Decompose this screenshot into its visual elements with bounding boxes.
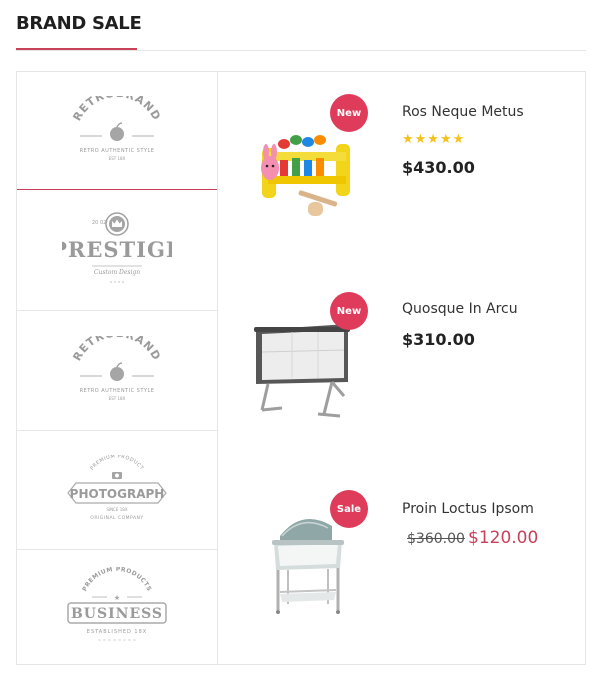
svg-text:PREMIUM PRODUCTS: PREMIUM PRODUCTS [81, 567, 153, 593]
brand-item-retrobrand-2[interactable]: RETROBRAND RETRO AUTHENTIC STYLE EST 18X [17, 311, 217, 431]
retrobrand-logo: RETROBRAND RETRO AUTHENTIC STYLE EST 18X [70, 96, 163, 161]
photograph-logo: PREMIUM PRODUCT PHOTOGRAPH SINCE 18X ORI… [67, 455, 167, 521]
product-name[interactable]: Proin Loctus Ipsom [402, 501, 534, 517]
svg-text:20 02: 20 02 [92, 220, 106, 226]
svg-text:RETROBRAND: RETROBRAND [70, 336, 163, 363]
new-badge: New [330, 94, 368, 132]
product-name[interactable]: Quosque In Arcu [402, 301, 518, 317]
rating-stars: ★★★★★ [402, 131, 466, 146]
product-list: New Ros Neque Metus ★★★★★ $430.00 New Qu… [218, 72, 585, 664]
brand-item-retrobrand[interactable]: RETROBRAND RETRO AUTHENTIC STYLE EST 18X [17, 72, 217, 190]
brand-item-photograph[interactable]: PREMIUM PRODUCT PHOTOGRAPH SINCE 18X ORI… [17, 431, 217, 550]
brand-item-business[interactable]: PREMIUM PRODUCTS ★ BUSINESS ESTABLISHED … [17, 550, 217, 664]
brand-item-prestige[interactable]: 20 02 PRESTIGE Custom Design [17, 190, 217, 311]
svg-text:PREMIUM PRODUCT: PREMIUM PRODUCT [89, 455, 145, 472]
product-price: $430.00 [402, 158, 475, 177]
svg-text:Custom Design: Custom Design [94, 269, 140, 276]
brand-logo-list: RETROBRAND RETRO AUTHENTIC STYLE EST 18X… [17, 72, 218, 664]
product-card: New Quosque In Arcu $310.00 [218, 270, 585, 460]
retrobrand-logo: RETROBRAND RETRO AUTHENTIC STYLE EST 18X [70, 336, 163, 401]
product-old-price: $360.00 [407, 531, 465, 547]
brand-sale-panel: RETROBRAND RETRO AUTHENTIC STYLE EST 18X… [16, 71, 586, 665]
product-image-pounding-bench[interactable] [248, 118, 358, 228]
svg-text:RETRO AUTHENTIC STYLE: RETRO AUTHENTIC STYLE [80, 148, 155, 154]
section-header: BRAND SALE [16, 0, 586, 51]
section-title: BRAND SALE [16, 13, 142, 34]
svg-text:BUSINESS: BUSINESS [71, 606, 163, 622]
apple-icon [110, 121, 124, 141]
star-icon: ★ [114, 594, 120, 602]
svg-text:ORIGINAL COMPANY: ORIGINAL COMPANY [90, 515, 143, 521]
title-underline [16, 48, 137, 50]
svg-text:PRESTIGE: PRESTIGE [62, 237, 172, 262]
prestige-logo: 20 02 PRESTIGE Custom Design [62, 212, 172, 283]
camera-icon [112, 472, 122, 479]
apple-icon [110, 361, 124, 381]
svg-text:EST 18X: EST 18X [109, 396, 126, 401]
product-name[interactable]: Ros Neque Metus [402, 104, 524, 120]
product-sale-price: $120.00 [468, 528, 539, 548]
svg-text:RETROBRAND: RETROBRAND [70, 96, 163, 123]
svg-text:PHOTOGRAPH: PHOTOGRAPH [70, 487, 165, 501]
svg-text:★: ★ [114, 594, 120, 602]
product-price: $310.00 [402, 330, 475, 349]
svg-text:ESTABLISHED 18X: ESTABLISHED 18X [87, 629, 147, 635]
sale-badge: Sale [330, 490, 368, 528]
svg-text:EST 18X: EST 18X [109, 156, 126, 161]
crown-icon [105, 212, 129, 236]
svg-text:SINCE 18X: SINCE 18X [106, 507, 127, 512]
product-card: New Ros Neque Metus ★★★★★ $430.00 [218, 72, 585, 262]
business-logo: PREMIUM PRODUCTS ★ BUSINESS ESTABLISHED … [67, 567, 167, 641]
new-badge: New [330, 292, 368, 330]
product-card: Sale Proin Loctus Ipsom $360.00 $120.00 [218, 468, 585, 658]
svg-text:RETRO AUTHENTIC STYLE: RETRO AUTHENTIC STYLE [80, 388, 155, 394]
